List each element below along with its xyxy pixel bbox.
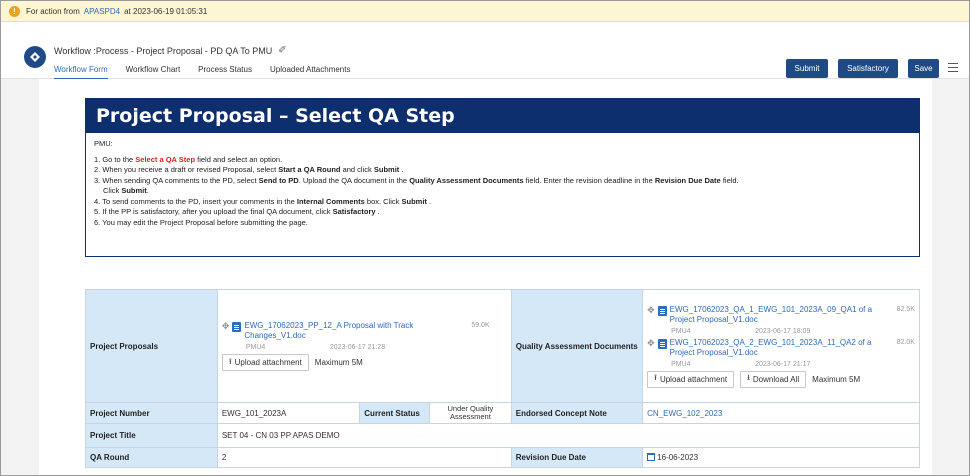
proposal-file-size: 59.0K (471, 322, 490, 329)
proposal-upload-button[interactable]: ⭱ Upload attachment (221, 354, 309, 371)
qa-max-size: Maximum 5M (812, 374, 861, 384)
qa-file-meta-1: PMU4 2023-06-17 18:09 (671, 328, 915, 335)
project-proposals-label: Project Proposals (85, 289, 218, 403)
proposal-file-item: ✥ EWG_17062023_PP_12_A Proposal with Tra… (222, 321, 507, 341)
instructions-box: PMU: 1. Go to the Select a QA Step field… (85, 133, 920, 257)
revision-due-date-field[interactable]: 16-06-2023 (642, 447, 920, 468)
alert-icon: ! (9, 5, 20, 17)
qa-file-meta-2: PMU4 2023-06-17 21:17 (671, 361, 915, 368)
instructions-audience: PMU: (94, 139, 113, 148)
qa-file-link-2[interactable]: EWG_17062023_QA_2_EWG_101_2023A_11_QA2 o… (670, 338, 894, 358)
alert-prefix: For action from (26, 6, 80, 16)
project-title-label: Project Title (85, 423, 218, 448)
qa-upload-row: ⭱ Upload attachment ⭳ Download All Maximum… (647, 370, 915, 388)
qa-upload-button[interactable]: ⭱ Upload attachment (647, 370, 735, 388)
attachments-row: Project Proposals ✥ EWG_17062023_PP_12_A… (85, 289, 920, 403)
instruction-line-6: 6. You may edit the Project Proposal bef… (94, 217, 308, 227)
qa-file-item: ✥ EWG_17062023_QA_2_EWG_101_2023A_11_QA2… (647, 338, 915, 358)
drag-handle-icon[interactable]: ✥ (647, 305, 655, 315)
workflow-tabs: Workflow Form Workflow Chart Process Sta… (54, 65, 368, 80)
tab-workflow-chart[interactable]: Workflow Chart (126, 65, 181, 80)
qa-round-label: QA Round (85, 447, 218, 468)
current-status-label: Current Status (359, 402, 431, 424)
word-doc-icon (232, 322, 242, 332)
form-table: Project Proposals ✥ EWG_17062023_PP_12_A… (85, 289, 921, 468)
satisfactory-button[interactable]: Satisfactory (838, 59, 898, 78)
tab-process-status[interactable]: Process Status (198, 65, 252, 80)
qa-file-user-2: PMU4 (671, 360, 691, 368)
submit-button[interactable]: Submit (786, 59, 828, 78)
revision-due-date-value: 16-06-2023 (657, 453, 699, 462)
project-number-label: Project Number (85, 402, 218, 424)
app-frame: ! For action from APASPD4 at 2023-06-19 … (0, 0, 970, 476)
proposal-form: Project Proposals ✥ EWG_17062023_PP_12_A… (85, 289, 921, 468)
qa-round-row: QA Round 2 Revision Due Date 16-06-2023 (85, 447, 920, 468)
form-content: Project Proposal – Select QA Step PMU: 1… (39, 79, 932, 475)
proposal-max-size: Maximum 5M (314, 358, 363, 367)
qa-file-size-1: 82.5K (896, 305, 915, 313)
workflow-header: Workflow :Process - Project Proposal - P… (1, 22, 969, 80)
qa-file-date-2: 2023-06-17 21:17 (755, 360, 811, 368)
download-all-label: Download All (752, 374, 800, 384)
tab-uploaded-attachments[interactable]: Uploaded Attachments (270, 65, 351, 80)
proposal-upload-row: ⭱ Upload attachment Maximum 5M (221, 354, 507, 371)
word-doc-icon (657, 305, 667, 316)
download-all-button[interactable]: ⭳ Download All (740, 370, 807, 388)
current-status-value: Under Quality Assessment (429, 402, 512, 424)
proposal-file-meta: PMU4 2023-06-17 21:28 (246, 344, 507, 351)
workflow-title: Workflow :Process - Project Proposal - P… (54, 45, 287, 56)
menu-icon[interactable] (948, 63, 958, 72)
qa-file-user-1: PMU4 (671, 327, 691, 335)
edit-title-icon[interactable]: ✐ (278, 45, 286, 56)
qa-file-size-2: 82.0K (896, 338, 915, 346)
proposal-file-date: 2023-06-17 21:28 (329, 344, 386, 351)
revision-due-date-label: Revision Due Date (510, 447, 644, 468)
qa-documents-label: Quality Assessment Documents (510, 289, 644, 403)
instruction-line-1: 1. Go to the Select a QA Step field and … (94, 154, 283, 164)
endorsed-concept-note-label: Endorsed Concept Note (510, 402, 644, 424)
alert-from-link[interactable]: APASPD4 (84, 7, 120, 16)
upload-icon: ⭱ (654, 373, 657, 382)
word-doc-icon (657, 338, 667, 349)
instruction-line-3: 3. When sending QA comments to the PD, s… (94, 175, 739, 185)
project-number-row: Project Number EWG_101_2023A Current Sta… (85, 402, 920, 424)
concept-note-link[interactable]: CN_EWG_102_2023 (647, 409, 722, 418)
instruction-line-2: 2. When you receive a draft or revised P… (94, 165, 404, 174)
qa-upload-label: Upload attachment (659, 374, 728, 384)
workflow-logo-icon (24, 46, 46, 68)
instruction-line-4: 4. To send comments to the PD, insert yo… (94, 196, 432, 206)
download-icon: ⭳ (747, 373, 750, 382)
proposal-file-link[interactable]: EWG_17062023_PP_12_A Proposal with Track… (244, 321, 468, 341)
proposal-upload-label: Upload attachment (234, 358, 302, 367)
qa-file-date-1: 2023-06-17 18:09 (755, 327, 811, 335)
project-title-value: SET 04 - CN 03 PP APAS DEMO (216, 423, 921, 448)
project-title-row: Project Title SET 04 - CN 03 PP APAS DEM… (85, 423, 921, 448)
drag-handle-icon[interactable]: ✥ (647, 338, 655, 348)
endorsed-concept-note-value: CN_EWG_102_2023 (642, 402, 920, 424)
project-number-value: EWG_101_2023A (216, 402, 361, 424)
qa-file-link-1[interactable]: EWG_17062023_QA_1_EWG_101_2023A_09_QA1 o… (670, 305, 894, 325)
qa-round-value: 2 (216, 447, 512, 468)
workflow-title-text: Workflow :Process - Project Proposal - P… (54, 45, 273, 56)
instruction-line-3b: Click Submit. (103, 186, 149, 195)
upload-icon: ⭱ (228, 356, 232, 366)
instruction-line-5: 5. If the PP is satisfactory, after you … (94, 207, 380, 216)
alert-timestamp: at 2023-06-19 01:05:31 (124, 6, 208, 16)
save-button[interactable]: Save (908, 59, 939, 78)
action-alert-bar: ! For action from APASPD4 at 2023-06-19 … (1, 1, 969, 22)
calendar-icon[interactable] (647, 453, 656, 461)
proposal-file-user: PMU4 (245, 344, 266, 351)
qa-documents-field: ✥ EWG_17062023_QA_1_EWG_101_2023A_09_QA1… (642, 289, 920, 403)
project-proposals-field: ✥ EWG_17062023_PP_12_A Proposal with Tra… (216, 289, 512, 403)
drag-handle-icon[interactable]: ✥ (222, 321, 230, 331)
qa-file-item: ✥ EWG_17062023_QA_1_EWG_101_2023A_09_QA1… (647, 305, 915, 325)
page-title-banner: Project Proposal – Select QA Step (85, 98, 920, 133)
tab-workflow-form[interactable]: Workflow Form (54, 65, 108, 80)
